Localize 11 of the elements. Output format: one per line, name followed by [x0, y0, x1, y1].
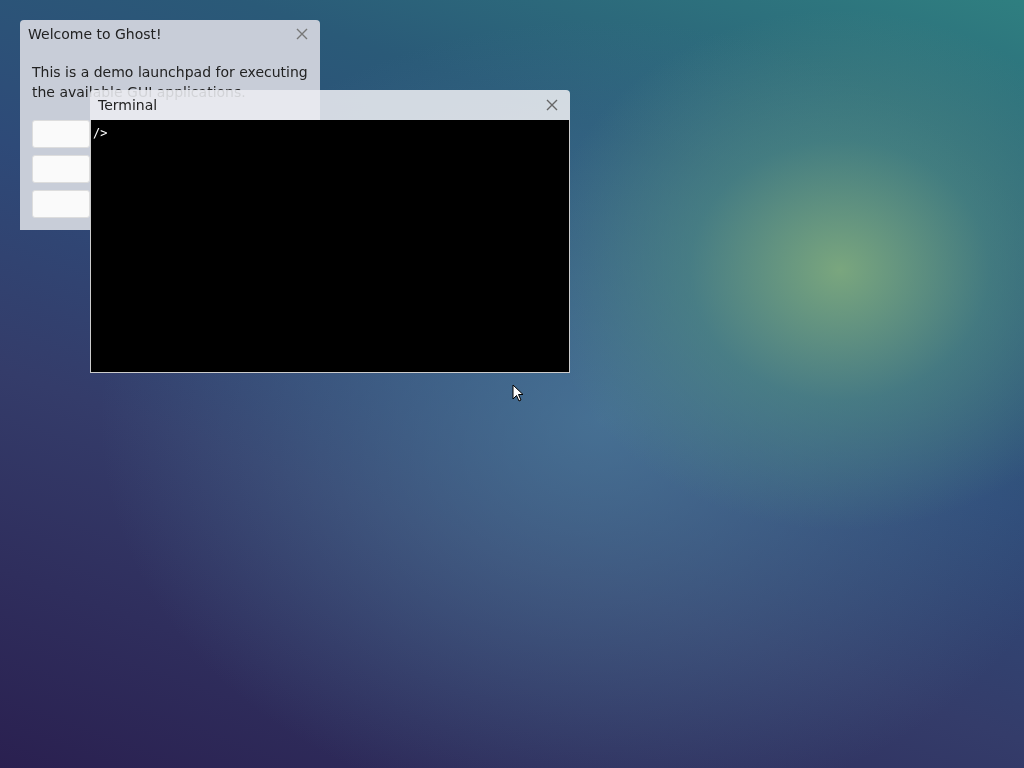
launch-button[interactable]	[32, 120, 90, 148]
terminal-prompt: />	[93, 126, 108, 140]
close-icon[interactable]	[296, 28, 308, 40]
launch-button[interactable]	[32, 190, 90, 218]
window-title: Welcome to Ghost!	[28, 26, 162, 42]
terminal-screen[interactable]: />	[90, 120, 570, 373]
window-title: Terminal	[98, 97, 158, 113]
welcome-message: This is a demo launchpad for executing the available GUI applications.	[32, 63, 308, 100]
close-icon[interactable]	[546, 99, 558, 111]
launch-button[interactable]	[32, 155, 90, 183]
mouse-pointer-icon	[512, 384, 524, 402]
